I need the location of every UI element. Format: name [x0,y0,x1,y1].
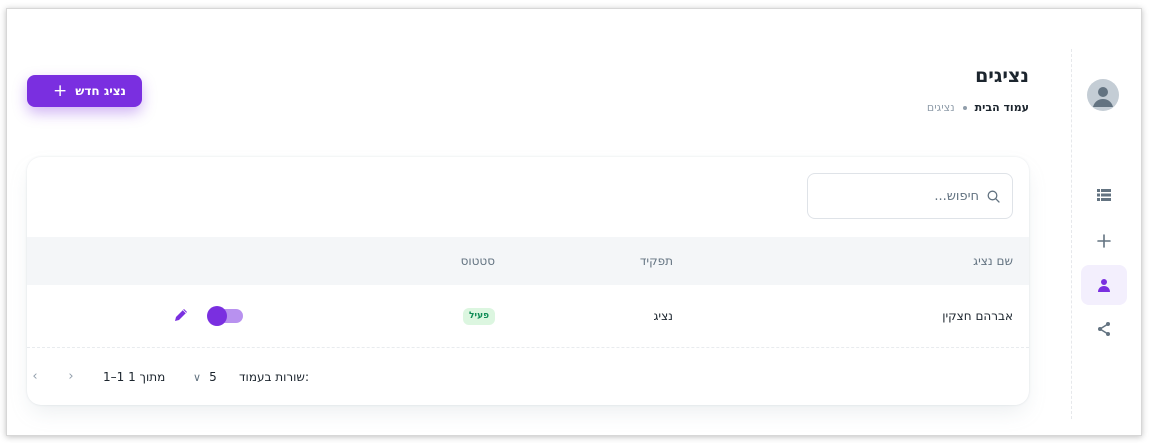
rows-per-page-value: 5 [209,370,217,384]
breadcrumb-current: נציגים [926,101,955,114]
nav-item-agents[interactable] [1081,265,1127,305]
nav-item-add[interactable] [1081,221,1127,261]
column-header-role[interactable]: תפקיד [640,237,673,285]
nav-item-share[interactable] [1081,309,1127,349]
plus-icon: + [53,80,68,101]
next-page-icon[interactable]: › [63,369,79,385]
active-toggle[interactable] [207,306,243,326]
list-icon [1097,189,1111,201]
breadcrumb: עמוד הבית נציגים [927,101,1029,114]
search-box[interactable] [807,173,1013,219]
add-agent-button-label: נציג חדש [75,84,126,98]
breadcrumb-home[interactable]: עמוד הבית [975,101,1029,114]
column-header-status[interactable]: סטטוס [461,237,495,285]
user-avatar-icon [1093,87,1113,107]
page-title: נציגים [975,65,1029,87]
person-icon [1098,279,1110,292]
app-window: נציגים עמוד הבית נציגים נציג חדש + שם נצ… [6,8,1142,436]
agents-card: שם נציג תפקיד סטטוס אברהם חצקין נציג פעי… [27,157,1029,405]
rows-per-page-select[interactable]: ∨ 5 [193,349,217,405]
toggle-knob [207,306,227,326]
pagination-range: 1–1 מתוך 1 [103,370,166,384]
search-icon [987,190,1000,203]
table-header: שם נציג תפקיד סטטוס [27,237,1029,285]
add-agent-button[interactable]: נציג חדש + [27,75,142,107]
breadcrumb-separator [962,105,967,110]
status-badge: פעיל [462,308,495,325]
share-icon [1098,322,1110,336]
chevron-down-icon: ∨ [193,370,202,384]
nav-item-list[interactable] [1081,175,1127,215]
pencil-icon [175,309,187,321]
plus-icon [1097,234,1111,248]
search-input[interactable] [819,188,979,204]
agent-name: אברהם חצקין [942,309,1013,323]
rows-per-page-label: שורות בעמוד: [239,370,309,384]
avatar[interactable] [1087,79,1119,111]
table-pagination: שורות בעמוד: ∨ 5 1–1 מתוך 1 › ‹ [27,349,1029,405]
column-header-name[interactable]: שם נציג [973,237,1013,285]
agent-role: נציג [653,309,673,323]
nav-rail [1071,49,1141,419]
table-row[interactable]: אברהם חצקין נציג פעיל [27,285,1029,348]
prev-page-icon[interactable]: ‹ [27,369,43,385]
edit-button[interactable] [173,307,189,323]
